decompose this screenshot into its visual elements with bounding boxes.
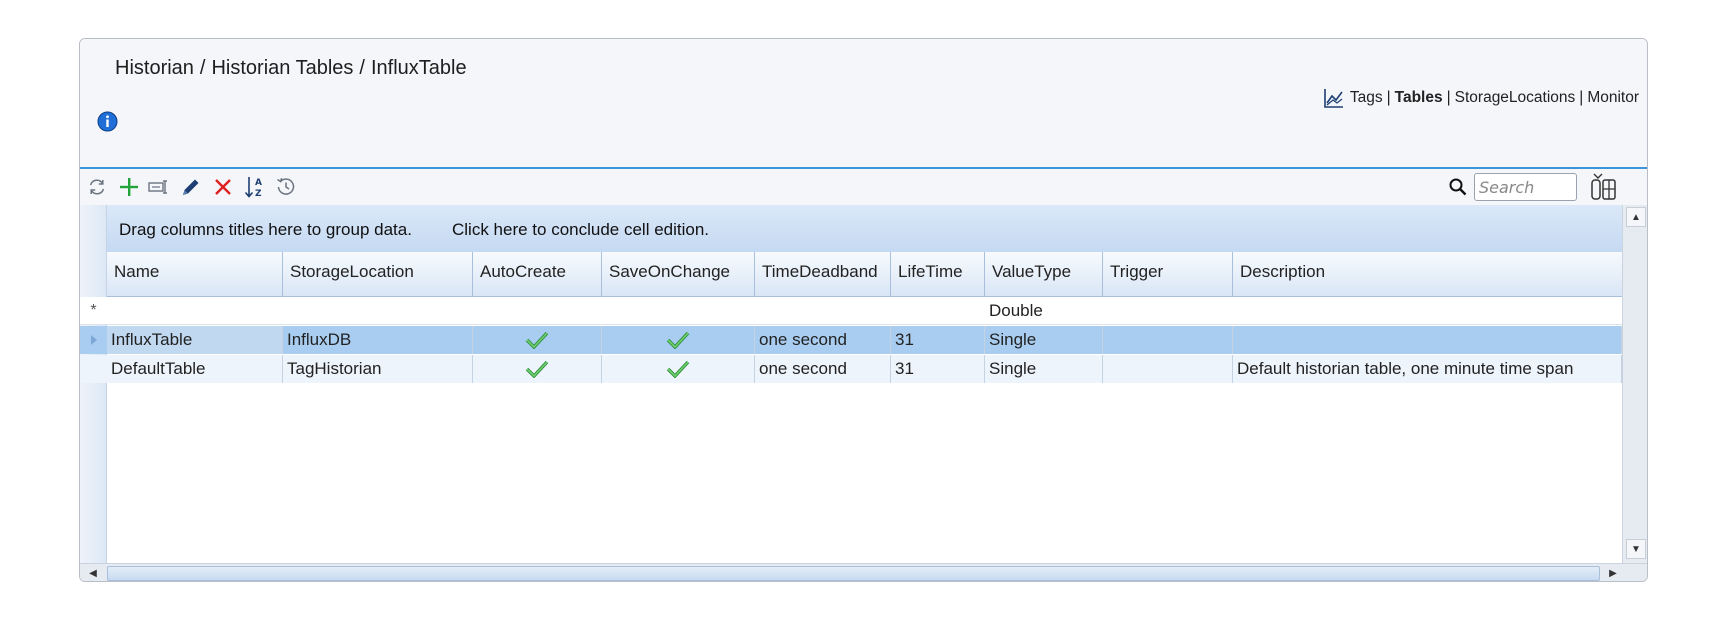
cell-auto-create[interactable] bbox=[473, 355, 602, 383]
check-icon bbox=[525, 331, 549, 350]
nav-tables-link[interactable]: Tables bbox=[1395, 89, 1443, 107]
svg-text:Z: Z bbox=[255, 189, 262, 199]
scroll-down-icon[interactable]: ▼ bbox=[1626, 539, 1646, 559]
cell-value-type[interactable]: Single bbox=[985, 355, 1103, 383]
close-icon bbox=[215, 179, 231, 195]
history-button[interactable] bbox=[273, 174, 299, 200]
delete-button[interactable] bbox=[210, 174, 236, 200]
breadcrumb-current: InfluxTable bbox=[370, 57, 467, 79]
nav-separator: | bbox=[1386, 89, 1391, 106]
cell-value-type[interactable]: Single bbox=[985, 326, 1103, 354]
new-row-cell[interactable] bbox=[1103, 297, 1233, 324]
breadcrumb-historian[interactable]: Historian bbox=[115, 57, 194, 79]
cell-storage-location[interactable]: TagHistorian bbox=[283, 355, 473, 383]
horizontal-scrollbar[interactable]: ◀ ▶ bbox=[80, 563, 1647, 581]
scroll-up-icon[interactable]: ▲ bbox=[1626, 207, 1646, 227]
group-hint-text: Drag columns titles here to group data. bbox=[119, 220, 412, 239]
new-row-cell[interactable] bbox=[107, 297, 283, 324]
refresh-button[interactable] bbox=[84, 174, 110, 200]
sort-az-icon: A Z bbox=[244, 177, 262, 199]
edit-button[interactable] bbox=[178, 174, 204, 200]
cell-name[interactable]: InfluxTable bbox=[107, 326, 283, 354]
cell-storage-location[interactable]: InfluxDB bbox=[283, 326, 473, 354]
cell-time-deadband[interactable]: one second bbox=[755, 326, 891, 354]
column-chooser-icon[interactable] bbox=[1589, 172, 1619, 202]
table-row[interactable]: DefaultTable TagHistorian one second 31 … bbox=[80, 355, 1622, 383]
column-header-description[interactable]: Description bbox=[1233, 252, 1622, 296]
history-icon bbox=[277, 177, 295, 195]
cell-description[interactable]: Default historian table, one minute time… bbox=[1233, 355, 1622, 383]
new-row[interactable]: * Double bbox=[80, 297, 1622, 325]
plus-icon bbox=[120, 178, 138, 196]
cell-description[interactable] bbox=[1233, 326, 1622, 354]
sort-button[interactable]: A Z bbox=[242, 174, 268, 200]
new-row-cell[interactable] bbox=[283, 297, 473, 324]
nav-storage-locations-link[interactable]: StorageLocations bbox=[1455, 89, 1576, 107]
column-header-lifetime[interactable]: LifeTime bbox=[891, 252, 985, 296]
row-pointer-icon bbox=[90, 335, 97, 345]
column-headers: Name StorageLocation AutoCreate SaveOnCh… bbox=[107, 252, 1622, 297]
breadcrumb-historian-tables[interactable]: Historian Tables bbox=[211, 57, 353, 79]
cell-trigger[interactable] bbox=[1103, 326, 1233, 354]
row-header bbox=[80, 355, 107, 383]
historian-tables-window: Historian / Historian Tables / InfluxTable T… bbox=[79, 38, 1648, 582]
group-by-panel[interactable]: Drag columns titles here to group data. … bbox=[107, 205, 1622, 252]
grid-toolbar: A Z bbox=[80, 169, 1647, 205]
new-row-cell[interactable] bbox=[891, 297, 985, 324]
breadcrumb: Historian / Historian Tables / InfluxTable bbox=[115, 57, 467, 80]
nav-tags-link[interactable]: Tags bbox=[1350, 89, 1383, 107]
historian-tables-grid: Drag columns titles here to group data. … bbox=[80, 205, 1647, 581]
refresh-icon bbox=[89, 179, 105, 195]
scroll-right-icon[interactable]: ▶ bbox=[1604, 565, 1622, 581]
vertical-scrollbar[interactable]: ▲ ▼ bbox=[1622, 205, 1647, 563]
cell-lifetime[interactable]: 31 bbox=[891, 355, 985, 383]
column-header-storage-location[interactable]: StorageLocation bbox=[283, 252, 473, 296]
check-icon bbox=[525, 360, 549, 379]
cell-time-deadband[interactable]: one second bbox=[755, 355, 891, 383]
new-row-marker: * bbox=[90, 302, 97, 319]
nav-separator: | bbox=[1579, 89, 1584, 106]
rename-button[interactable] bbox=[147, 174, 173, 200]
cell-lifetime[interactable]: 31 bbox=[891, 326, 985, 354]
svg-text:A: A bbox=[255, 178, 262, 188]
cell-trigger[interactable] bbox=[1103, 355, 1233, 383]
new-row-value-type[interactable]: Double bbox=[985, 297, 1103, 324]
info-icon[interactable] bbox=[97, 111, 118, 132]
column-header-time-deadband[interactable]: TimeDeadband bbox=[755, 252, 891, 296]
row-header-column bbox=[80, 205, 107, 563]
rename-icon bbox=[148, 180, 167, 194]
column-header-auto-create[interactable]: AutoCreate bbox=[473, 252, 602, 296]
new-row-cell[interactable] bbox=[473, 297, 602, 324]
column-header-value-type[interactable]: ValueType bbox=[985, 252, 1103, 296]
column-header-name[interactable]: Name bbox=[107, 252, 283, 296]
horizontal-scroll-thumb[interactable] bbox=[107, 566, 1600, 581]
cell-name[interactable]: DefaultTable bbox=[107, 355, 283, 383]
add-button[interactable] bbox=[116, 174, 142, 200]
search-box bbox=[1448, 173, 1577, 201]
search-icon bbox=[1449, 178, 1467, 196]
breadcrumb-separator: / bbox=[199, 57, 206, 79]
new-row-cell[interactable] bbox=[1233, 297, 1622, 324]
pencil-icon bbox=[183, 179, 199, 195]
cell-save-on-change[interactable] bbox=[602, 355, 755, 383]
check-icon bbox=[666, 331, 690, 350]
column-header-trigger[interactable]: Trigger bbox=[1103, 252, 1233, 296]
current-row-indicator bbox=[80, 326, 107, 354]
scroll-left-icon[interactable]: ◀ bbox=[84, 565, 102, 581]
table-row[interactable]: InfluxTable InfluxDB one second 31 Singl… bbox=[80, 326, 1622, 354]
nav-separator: | bbox=[1446, 89, 1451, 106]
cell-save-on-change[interactable] bbox=[602, 326, 755, 354]
new-row-cell[interactable] bbox=[755, 297, 891, 324]
nav-monitor-link[interactable]: Monitor bbox=[1587, 89, 1639, 107]
historian-nav: Tags | Tables | StorageLocations | Monit… bbox=[1323, 87, 1639, 109]
page-header: Historian / Historian Tables / InfluxTable T… bbox=[80, 39, 1647, 169]
new-row-cell[interactable] bbox=[602, 297, 755, 324]
column-header-save-on-change[interactable]: SaveOnChange bbox=[602, 252, 755, 296]
check-icon bbox=[666, 360, 690, 379]
cell-auto-create[interactable] bbox=[473, 326, 602, 354]
search-input[interactable] bbox=[1474, 173, 1577, 201]
conclude-edit-link[interactable]: Click here to conclude cell edition. bbox=[452, 220, 709, 240]
breadcrumb-separator: / bbox=[359, 57, 365, 79]
chart-icon bbox=[1324, 89, 1343, 108]
